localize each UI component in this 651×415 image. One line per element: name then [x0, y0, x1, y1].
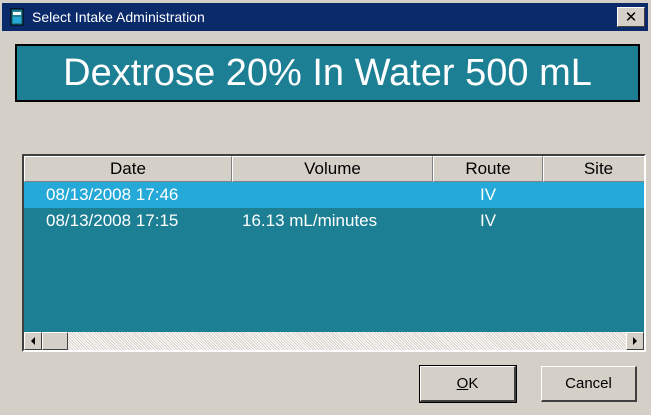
title-bar[interactable]: Select Intake Administration ✕: [2, 3, 648, 31]
scroll-right-arrow-icon: [633, 337, 637, 345]
administration-list[interactable]: Date Volume Route Site 08/13/2008 17:46 …: [22, 154, 646, 352]
ok-button[interactable]: OK: [419, 365, 517, 403]
list-row[interactable]: 08/13/2008 17:15 16.13 mL/minutes IV: [24, 208, 644, 234]
close-icon: ✕: [624, 9, 638, 26]
scroll-left-button[interactable]: [24, 332, 42, 350]
cell-date: 08/13/2008 17:46: [46, 185, 179, 204]
cell-route: IV: [479, 185, 497, 204]
list-body: 08/13/2008 17:46 IV 08/13/2008 17:15 16.…: [24, 182, 644, 234]
scroll-right-button[interactable]: [626, 332, 644, 350]
scroll-left-arrow-icon: [31, 337, 35, 345]
cell-route: IV: [479, 211, 497, 230]
ok-label-rest: K: [468, 375, 479, 392]
horizontal-scrollbar[interactable]: [24, 332, 644, 350]
ok-accelerator: O: [456, 375, 469, 392]
cell-date: 08/13/2008 17:15: [46, 211, 179, 230]
cancel-button[interactable]: Cancel: [541, 366, 637, 402]
drug-name-banner: Dextrose 20% In Water 500 mL: [15, 44, 640, 102]
cell-volume: 16.13 mL/minutes: [242, 211, 378, 230]
column-header-site[interactable]: Site: [543, 156, 644, 182]
column-header-volume[interactable]: Volume: [232, 156, 433, 182]
scroll-thumb[interactable]: [42, 332, 68, 350]
close-button[interactable]: ✕: [617, 7, 645, 27]
window-title: Select Intake Administration: [32, 9, 205, 25]
scroll-track[interactable]: [68, 332, 626, 350]
column-header-route[interactable]: Route: [433, 156, 543, 182]
column-header-date[interactable]: Date: [24, 156, 232, 182]
dialog-window: Select Intake Administration ✕ Dextrose …: [0, 0, 651, 415]
list-header: Date Volume Route Site: [24, 156, 644, 182]
list-row-selected[interactable]: 08/13/2008 17:46 IV: [24, 182, 644, 208]
app-icon: [10, 8, 24, 26]
